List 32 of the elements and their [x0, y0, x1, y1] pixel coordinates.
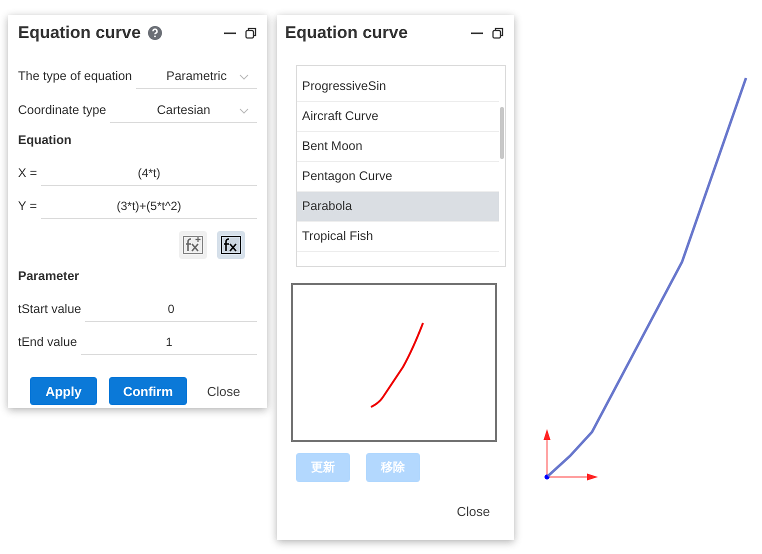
add-function-button[interactable] [179, 231, 207, 259]
dialog-title: Equation curve [285, 23, 408, 43]
restore-icon[interactable] [492, 27, 504, 39]
field-label: tEnd value [18, 335, 78, 351]
restore-icon[interactable] [245, 27, 257, 39]
section-heading: Equation [18, 133, 72, 147]
input-field[interactable]: 0 [85, 302, 257, 322]
dialog-title: Equation curve [18, 23, 141, 43]
scrollbar[interactable] [500, 107, 504, 159]
select-field[interactable]: Parametric [136, 69, 257, 89]
field-label: tStart value [18, 302, 82, 318]
field-label: X = [18, 166, 38, 182]
close-button[interactable]: Close [199, 380, 248, 402]
section-heading: Parameter [18, 269, 80, 283]
list-item[interactable]: Parabola [297, 192, 499, 222]
list-item[interactable]: Bent Moon [297, 132, 499, 162]
select-field[interactable]: Cartesian [110, 103, 257, 123]
apply-button[interactable]: Apply [30, 377, 97, 405]
list-item[interactable]: ProgressiveSin [297, 72, 499, 102]
field-label: The type of equation [18, 69, 132, 85]
confirm-button[interactable]: Confirm [109, 377, 187, 405]
field-label: Y = [18, 199, 37, 215]
list-item[interactable]: Aircraft Curve [297, 102, 499, 132]
axes-drawing [544, 429, 598, 480]
input-field[interactable]: (3*t)+(5*t^2) [40, 199, 257, 219]
input-field[interactable]: (4*t) [41, 166, 257, 186]
help-icon[interactable] [148, 26, 162, 40]
list-item[interactable]: Tropical Fish [297, 222, 499, 252]
input-field[interactable]: 1 [81, 335, 257, 355]
field-label: Coordinate type [18, 103, 106, 119]
close-button[interactable]: Close [448, 500, 498, 523]
function-button[interactable] [217, 231, 245, 259]
